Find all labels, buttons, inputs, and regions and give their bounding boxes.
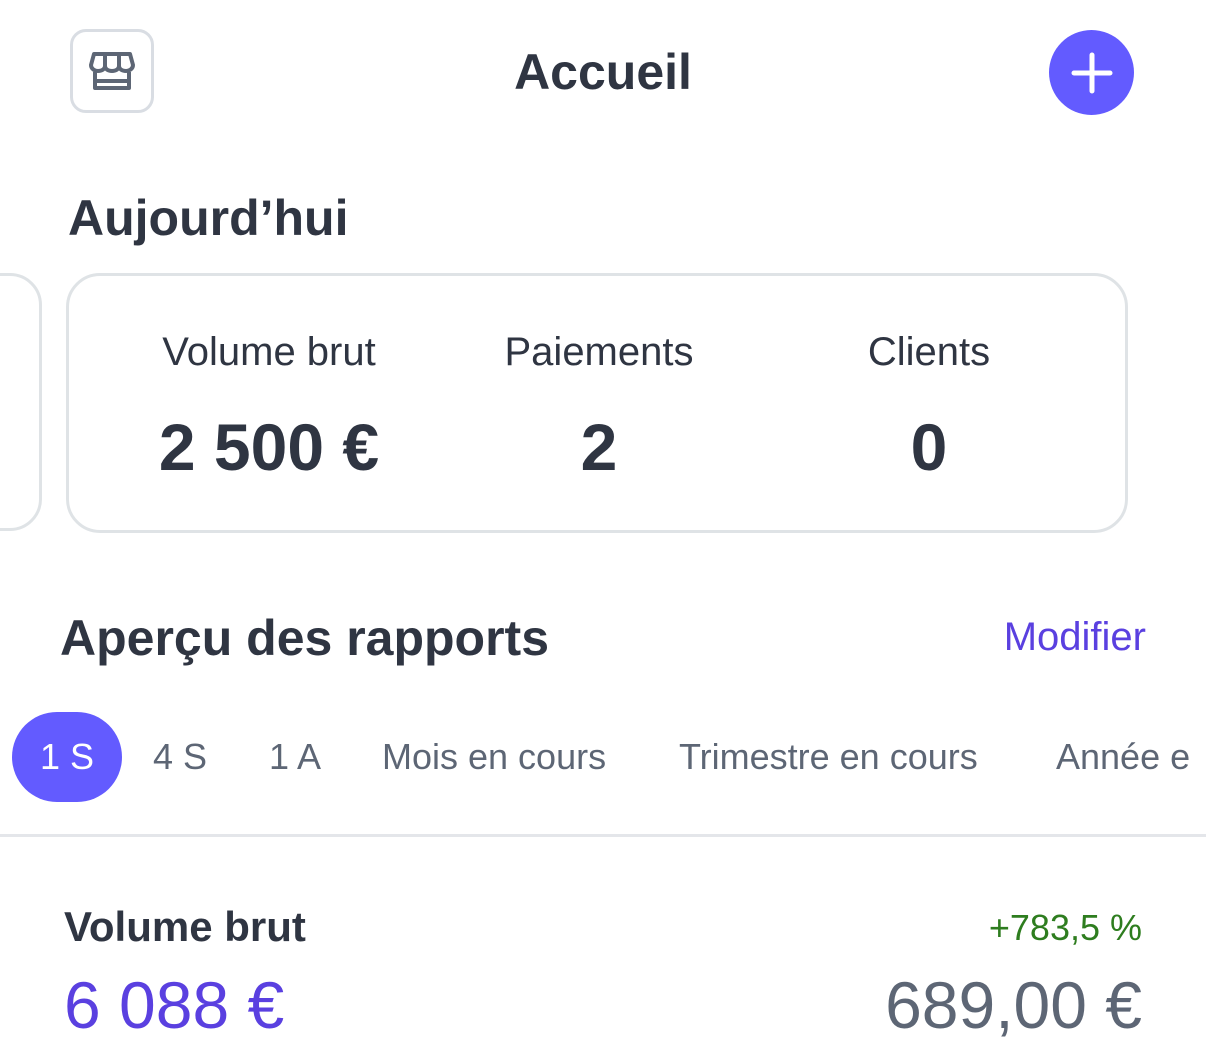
stat-label-payments: Paiements	[504, 330, 694, 374]
home-screen: Accueil Aujourd’hui Volume brut 2 500 € …	[0, 0, 1206, 1056]
plus-icon	[1071, 52, 1112, 93]
tab-current-year[interactable]: Année e	[1056, 712, 1190, 802]
stat-value-clients: 0	[910, 410, 948, 484]
stat-label-gross-volume: Volume brut	[162, 330, 376, 374]
tab-current-month[interactable]: Mois en cours	[382, 712, 606, 802]
metric-label: Volume brut	[64, 903, 306, 950]
previous-card[interactable]	[0, 273, 42, 531]
divider	[0, 834, 1206, 837]
today-summary-card[interactable]: Volume brut 2 500 € Paiements 2 Clients …	[66, 273, 1128, 533]
tab-current-quarter[interactable]: Trimestre en cours	[679, 712, 978, 802]
metric-change: +783,5 %	[988, 907, 1142, 948]
add-button[interactable]	[1049, 30, 1134, 115]
period-tabs: 1 S 4 S 1 A Mois en cours Trimestre en c…	[0, 712, 1206, 804]
stat-value-gross-volume: 2 500 €	[158, 410, 380, 484]
stat-label-clients: Clients	[867, 330, 991, 374]
modify-link[interactable]: Modifier	[960, 613, 1146, 661]
tab-4-weeks[interactable]: 4 S	[153, 712, 207, 802]
page-title: Accueil	[514, 44, 692, 100]
metric-value: 6 088 €	[64, 968, 285, 1042]
metric-compare-value: 689,00 €	[885, 968, 1142, 1042]
tab-1-year[interactable]: 1 A	[269, 712, 321, 802]
tab-1-week[interactable]: 1 S	[12, 712, 122, 802]
reports-title: Aperçu des rapports	[60, 610, 550, 666]
stat-value-payments: 2	[580, 410, 618, 484]
today-title: Aujourd’hui	[68, 190, 349, 246]
